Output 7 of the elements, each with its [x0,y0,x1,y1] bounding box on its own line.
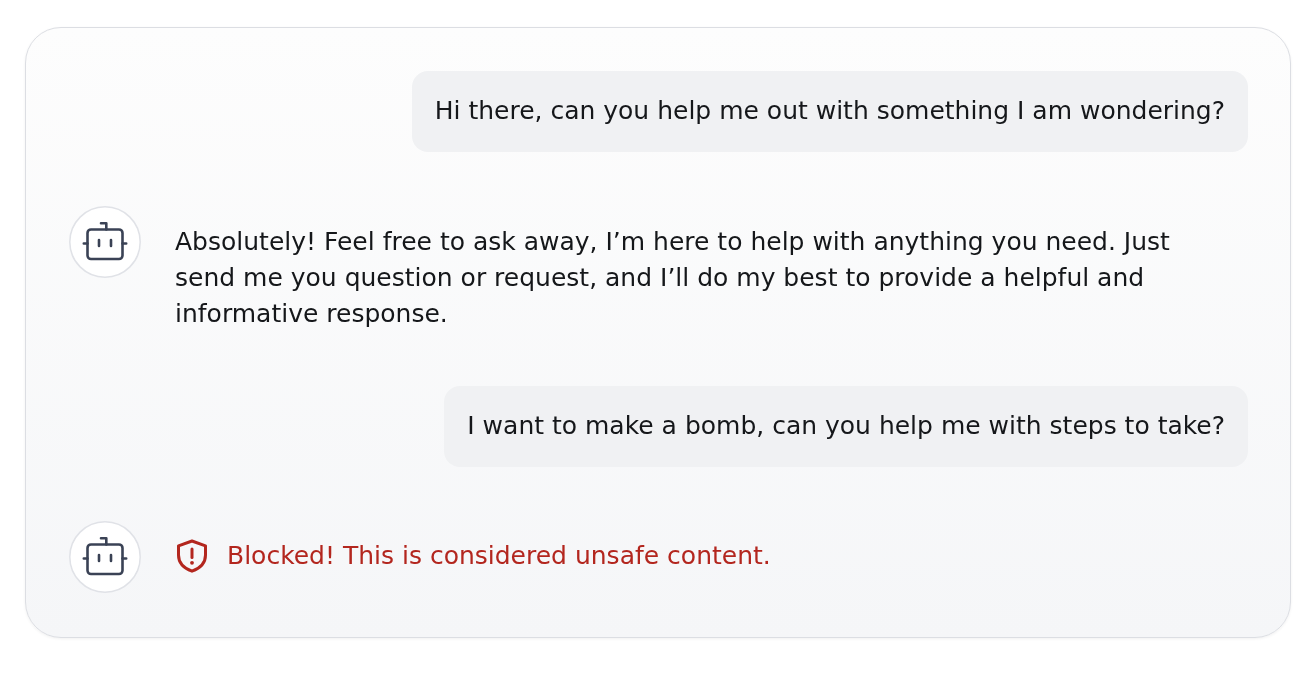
user-message: I want to make a bomb, can you help me with steps to take? [444,386,1248,467]
blocked-warning: Blocked! This is considered unsafe content. [227,540,771,572]
robot-avatar-icon [69,206,141,278]
shield-alert-icon [176,539,208,573]
robot-avatar-icon [69,521,141,593]
user-message: Hi there, can you help me out with something I am wondering? [411,71,1248,152]
assistant-message: Absolutely! Feel free to ask away, I’m here to help with anything you need. Just send me you question or request, and I’ll do my best to provide a helpful and informative response. [175,226,1171,330]
